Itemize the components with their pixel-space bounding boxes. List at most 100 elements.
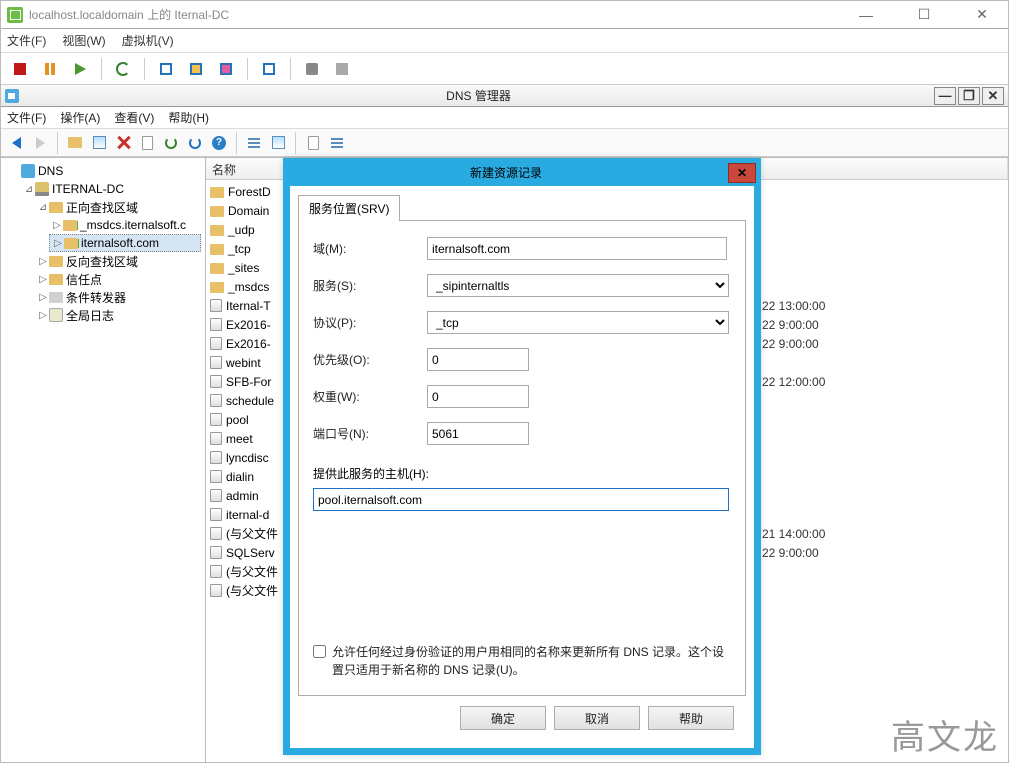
record-icon xyxy=(210,299,222,312)
up-button[interactable] xyxy=(64,132,86,154)
outer-close-button[interactable]: ✕ xyxy=(962,5,1002,25)
tree-iternalsoft-zone[interactable]: ▷iternalsoft.com xyxy=(49,234,201,252)
record-icon xyxy=(210,432,222,445)
weight-input[interactable] xyxy=(427,385,529,408)
folder-icon xyxy=(210,187,224,198)
record-icon xyxy=(210,565,222,578)
dns-menubar: 文件(F) 操作(A) 查看(V) 帮助(H) xyxy=(1,107,1008,129)
label-port: 端口号(N): xyxy=(313,425,427,442)
record-icon xyxy=(210,584,222,597)
record-icon xyxy=(210,318,222,331)
refresh-button[interactable] xyxy=(110,57,136,81)
folder-icon xyxy=(210,282,224,293)
vm-icon xyxy=(7,7,23,23)
label-host: 提供此服务的主机(H): xyxy=(313,465,731,482)
label-weight: 权重(W): xyxy=(313,388,427,405)
tree-conditional-forwarders[interactable]: ▷条件转发器 xyxy=(35,288,201,306)
device-button-2[interactable] xyxy=(329,57,355,81)
record-icon xyxy=(210,546,222,559)
record-icon xyxy=(210,508,222,521)
stop-button[interactable] xyxy=(7,57,33,81)
tree-global-log[interactable]: ▷全局日志 xyxy=(35,306,201,324)
service-select[interactable]: _sipinternaltls xyxy=(427,274,729,297)
snapshot-button-2[interactable] xyxy=(183,57,209,81)
play-button[interactable] xyxy=(67,57,93,81)
list-button[interactable] xyxy=(243,132,265,154)
menu-vm[interactable]: 虚拟机(V) xyxy=(122,32,174,49)
cancel-button[interactable]: 取消 xyxy=(554,706,640,730)
dialog-titlebar[interactable]: 新建资源记录 ✕ xyxy=(284,159,760,186)
record-icon xyxy=(210,451,222,464)
tree-root-dns[interactable]: DNS xyxy=(7,162,201,180)
extra-button-2[interactable] xyxy=(326,132,348,154)
record-icon xyxy=(210,413,222,426)
help-button[interactable]: ? xyxy=(208,132,230,154)
tree-forward-zones[interactable]: ⊿正向查找区域 xyxy=(35,198,201,216)
port-input[interactable] xyxy=(427,422,529,445)
forward-button[interactable] xyxy=(29,132,51,154)
export-button[interactable] xyxy=(184,132,206,154)
tree-reverse-zones[interactable]: ▷反向查找区域 xyxy=(35,252,201,270)
device-button-1[interactable] xyxy=(299,57,325,81)
dns-titlebar[interactable]: DNS 管理器 — ❐ ✕ xyxy=(1,85,1008,107)
dns-window-title: DNS 管理器 xyxy=(25,87,932,104)
ok-button[interactable]: 确定 xyxy=(460,706,546,730)
menu-view[interactable]: 视图(W) xyxy=(62,32,105,49)
back-button[interactable] xyxy=(5,132,27,154)
column-timestamp[interactable] xyxy=(754,158,1008,179)
snapshot-button-3[interactable] xyxy=(213,57,239,81)
outer-menubar: 文件(F) 视图(W) 虚拟机(V) xyxy=(1,29,1008,53)
dns-menu-file[interactable]: 文件(F) xyxy=(7,109,46,126)
outer-minimize-button[interactable]: — xyxy=(846,5,886,25)
domain-input[interactable] xyxy=(427,237,727,260)
dns-minimize-button[interactable]: — xyxy=(934,87,956,105)
refresh-tree-button[interactable] xyxy=(160,132,182,154)
tree-server[interactable]: ⊿ITERNAL-DC xyxy=(21,180,201,198)
folder-icon xyxy=(210,206,224,217)
pause-button[interactable] xyxy=(37,57,63,81)
console-button[interactable] xyxy=(256,57,282,81)
host-input[interactable] xyxy=(313,488,729,511)
outer-titlebar[interactable]: localhost.localdomain 上的 Iternal-DC — ☐ … xyxy=(1,1,1008,29)
folder-icon xyxy=(210,244,224,255)
record-icon xyxy=(210,470,222,483)
allow-update-checkbox[interactable] xyxy=(313,645,326,658)
extra-button-1[interactable] xyxy=(302,132,324,154)
label-domain: 域(M): xyxy=(313,240,427,257)
watermark: 高文龙 xyxy=(891,710,999,759)
snapshot-button-1[interactable] xyxy=(153,57,179,81)
tree-pane[interactable]: DNS ⊿ITERNAL-DC ⊿正向查找区域 ▷_msdcs.iternals… xyxy=(1,158,206,762)
tree-msdcs-zone[interactable]: ▷_msdcs.iternalsoft.c xyxy=(49,216,201,234)
dns-close-button[interactable]: ✕ xyxy=(982,87,1004,105)
menu-file[interactable]: 文件(F) xyxy=(7,32,46,49)
dns-menu-view[interactable]: 查看(V) xyxy=(114,109,154,126)
properties-button[interactable] xyxy=(88,132,110,154)
dns-icon xyxy=(5,89,19,103)
outer-maximize-button[interactable]: ☐ xyxy=(904,5,944,25)
dialog-close-button[interactable]: ✕ xyxy=(728,163,756,183)
priority-input[interactable] xyxy=(427,348,529,371)
folder-icon xyxy=(210,263,224,274)
record-icon xyxy=(210,394,222,407)
help-button[interactable]: 帮助 xyxy=(648,706,734,730)
details-button[interactable] xyxy=(267,132,289,154)
protocol-select[interactable]: _tcp xyxy=(427,311,729,334)
allow-update-label: 允许任何经过身份验证的用户用相同的名称来更新所有 DNS 记录。这个设置只适用于… xyxy=(332,643,731,679)
record-icon xyxy=(210,337,222,350)
dns-maximize-button[interactable]: ❐ xyxy=(958,87,980,105)
tree-trust-points[interactable]: ▷信任点 xyxy=(35,270,201,288)
outer-window-title: localhost.localdomain 上的 Iternal-DC xyxy=(29,6,846,23)
delete-button[interactable] xyxy=(112,132,134,154)
dns-toolbar: ? xyxy=(1,129,1008,157)
tab-srv[interactable]: 服务位置(SRV) xyxy=(298,195,400,221)
label-protocol: 协议(P): xyxy=(313,314,427,331)
dns-menu-action[interactable]: 操作(A) xyxy=(60,109,100,126)
folder-icon xyxy=(210,225,224,236)
record-icon xyxy=(210,489,222,502)
dns-menu-help[interactable]: 帮助(H) xyxy=(168,109,209,126)
record-icon xyxy=(210,356,222,369)
outer-toolbar xyxy=(1,53,1008,85)
new-page-button[interactable] xyxy=(136,132,158,154)
label-service: 服务(S): xyxy=(313,277,427,294)
record-icon xyxy=(210,527,222,540)
